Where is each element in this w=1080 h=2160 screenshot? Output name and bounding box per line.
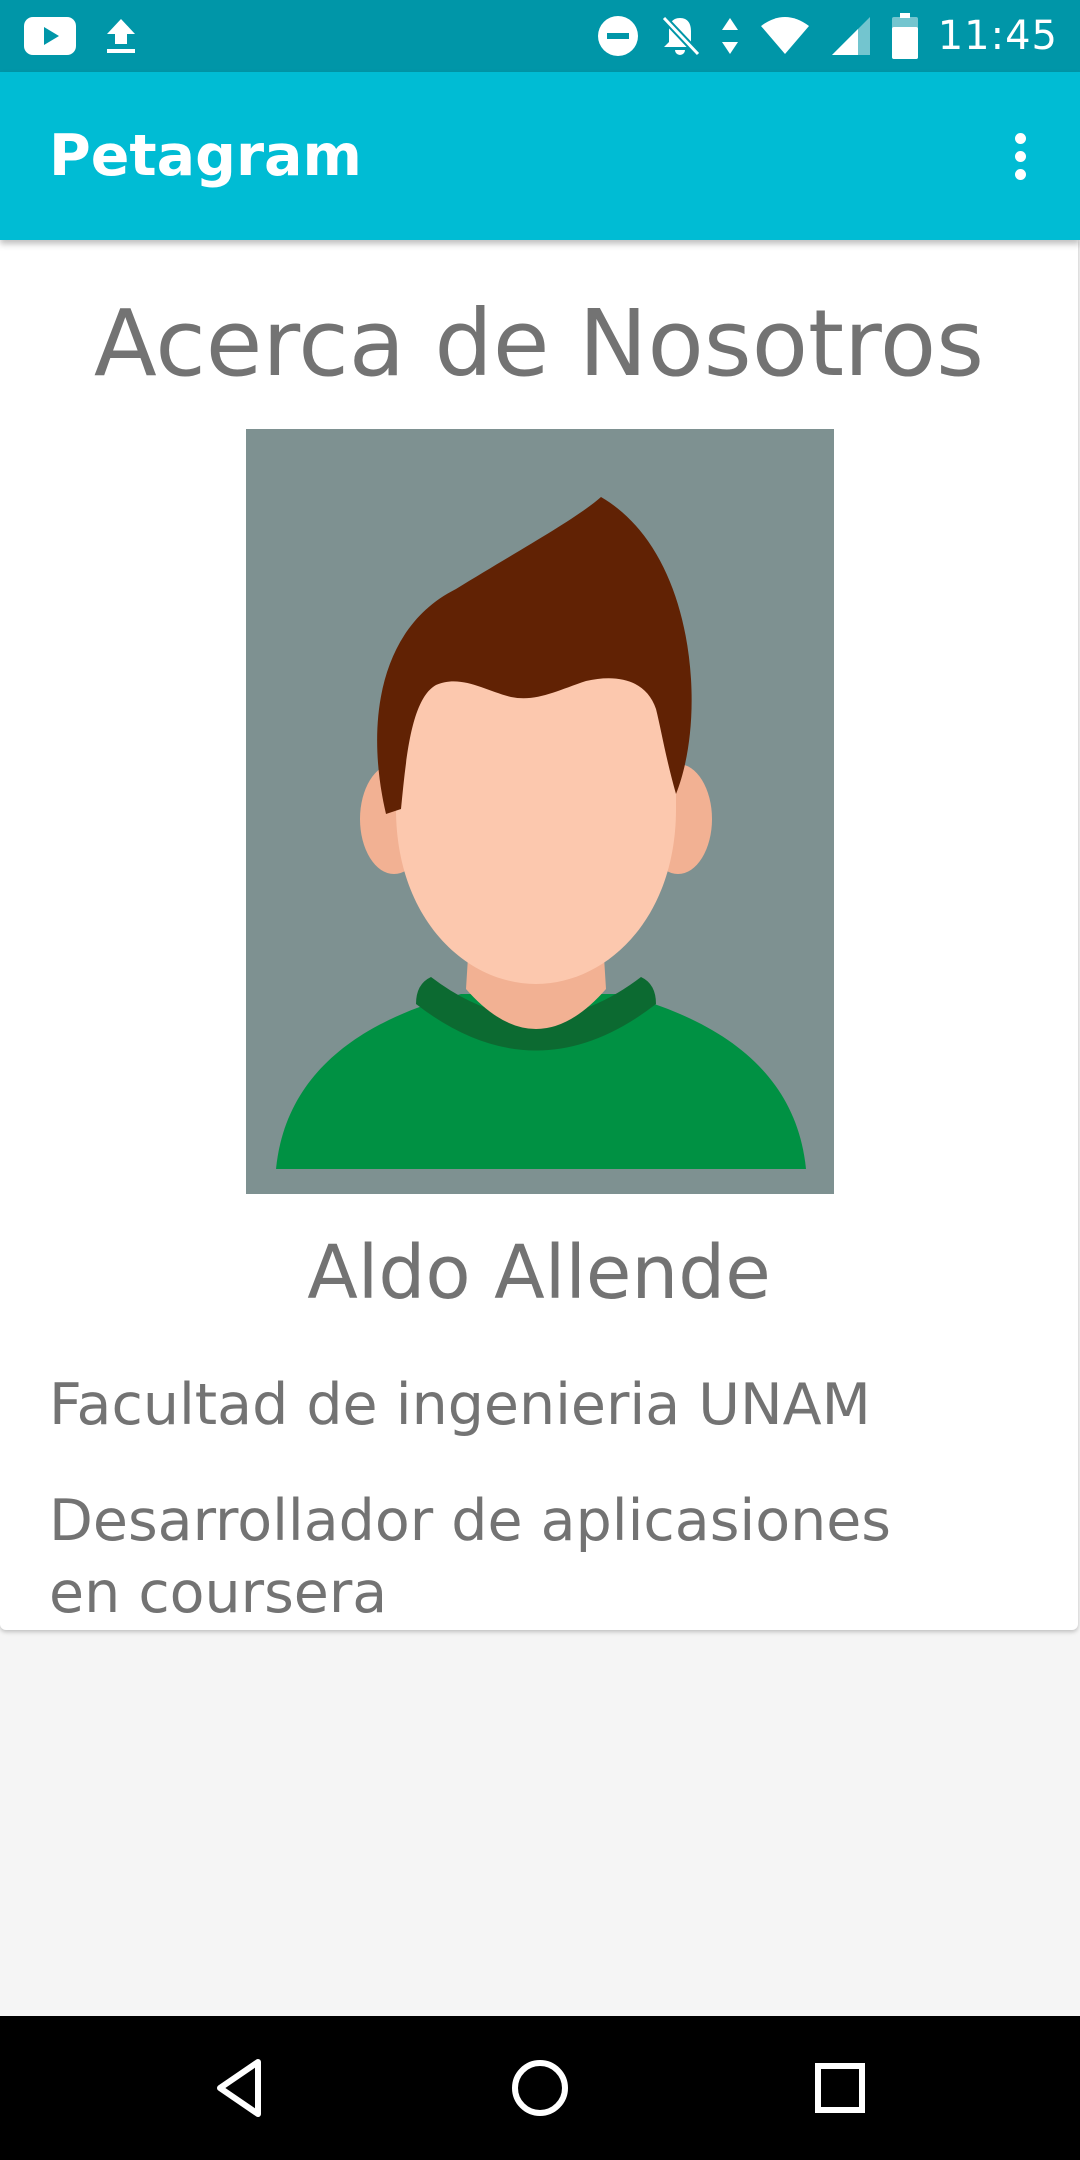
battery-icon [891, 13, 918, 59]
app-bar: Petagram [0, 72, 1080, 240]
status-left-icons [24, 0, 138, 72]
status-bar: 11:45 [0, 0, 1080, 72]
menu-dot [1014, 168, 1026, 180]
signal-icon [831, 17, 870, 55]
wifi-icon [760, 17, 809, 54]
person-name: Aldo Allende [307, 1230, 771, 1316]
menu-dot [1014, 150, 1026, 162]
home-button[interactable] [490, 2038, 590, 2138]
do-not-disturb-icon [597, 16, 638, 56]
avatar-illustration [276, 497, 806, 1169]
faculty-text: Facultad de ingenieria UNAM [49, 1372, 871, 1438]
notifications-off-icon [661, 15, 700, 57]
navigation-bar [0, 2016, 1080, 2160]
app-title: Petagram [49, 123, 362, 189]
more-vert-icon[interactable] [990, 126, 1050, 186]
recents-button[interactable] [790, 2038, 890, 2138]
about-card: Acerca de Nosotros Aldo Allende Facultad… [0, 240, 1078, 1630]
avatar-image [246, 429, 834, 1194]
back-icon [217, 2059, 261, 2117]
back-button[interactable] [190, 2038, 290, 2138]
menu-dot [1014, 132, 1026, 144]
recents-icon [815, 2063, 865, 2113]
page-title: Acerca de Nosotros [93, 290, 985, 397]
data-arrows-icon [721, 18, 738, 54]
status-right-icons: 11:45 [596, 0, 1058, 72]
status-time: 11:45 [937, 13, 1058, 59]
developer-text: Desarrollador de aplicasiones en courser… [49, 1488, 892, 1626]
youtube-icon [24, 17, 76, 55]
upload-icon [107, 19, 135, 53]
home-icon [512, 2060, 568, 2116]
